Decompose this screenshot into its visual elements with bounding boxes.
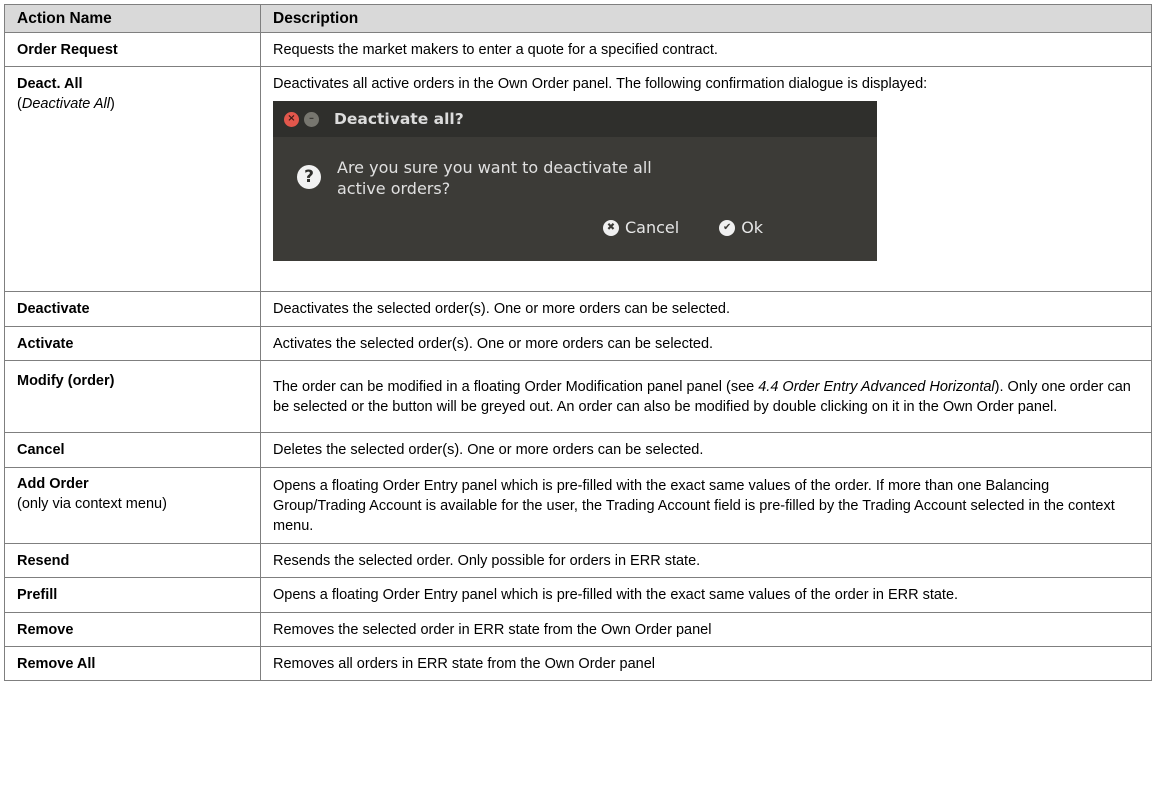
ok-label: Ok (741, 218, 764, 237)
action-name-cell: Deact. All (Deactivate All) (4, 66, 261, 292)
action-name: Remove (4, 612, 261, 647)
action-description: Opens a floating Order Entry panel which… (260, 467, 1152, 544)
table-row: Deact. All (Deactivate All) Deactivates … (4, 66, 1152, 292)
cancel-icon: ✖ (603, 220, 619, 236)
desc-italic-ref: 4.4 Order Entry Advanced Horizontal (758, 378, 995, 395)
close-icon[interactable]: × (284, 111, 299, 127)
desc-part-a: The order can be modified in a floating … (273, 378, 759, 395)
table-row: Prefill Opens a floating Order Entry pan… (4, 577, 1152, 613)
question-icon: ? (297, 165, 321, 189)
table-row: Add Order (only via context menu) Opens … (4, 467, 1152, 544)
dialog-buttons: ✖ Cancel ✔ Ok (603, 218, 803, 238)
action-name: Order Request (4, 32, 261, 67)
minimize-icon[interactable]: – (304, 111, 319, 127)
table-row: Resend Resends the selected order. Only … (4, 543, 1152, 578)
table-header-row: Action Name Description (4, 4, 1152, 33)
action-description: Opens a floating Order Entry panel which… (260, 577, 1152, 613)
action-name: Deactivate (4, 291, 261, 327)
action-description: Resends the selected order. Only possibl… (260, 543, 1152, 578)
action-description: Deletes the selected order(s). One or mo… (260, 432, 1152, 468)
header-description: Description (260, 4, 1152, 33)
action-name: Add Order (17, 476, 89, 492)
action-name: Activate (4, 326, 261, 361)
note-italic: Deactivate All (21, 96, 110, 112)
actions-table: Action Name Description Order Request Re… (4, 4, 1152, 681)
action-description: Removes the selected order in ERR state … (260, 612, 1152, 647)
cancel-label: Cancel (625, 218, 680, 237)
table-row: Remove All Removes all orders in ERR sta… (4, 646, 1152, 681)
action-name: Remove All (4, 646, 261, 681)
action-name-note: (Deactivate All) (17, 94, 248, 114)
action-name-note: (only via context menu) (17, 496, 167, 512)
dialog-body: ? Are you sure you want to deactivate al… (273, 137, 877, 199)
action-description-cell: Deactivates all active orders in the Own… (260, 66, 1152, 292)
dialog-titlebar: × – Deactivate all? (273, 101, 877, 137)
action-name: Cancel (4, 432, 261, 468)
action-description: Activates the selected order(s). One or … (260, 326, 1152, 361)
table-row: Activate Activates the selected order(s)… (4, 326, 1152, 361)
action-name: Resend (4, 543, 261, 578)
note-close: ) (109, 96, 115, 112)
action-description: Requests the market makers to enter a qu… (260, 32, 1152, 67)
action-name: Deact. All (17, 76, 83, 92)
dialog-title: Deactivate all? (334, 110, 464, 128)
action-description: The order can be modified in a floating … (260, 360, 1152, 433)
table-row: Modify (order) The order can be modified… (4, 360, 1152, 433)
action-name: Prefill (4, 577, 261, 613)
action-description: Removes all orders in ERR state from the… (260, 646, 1152, 681)
header-action-name: Action Name (4, 4, 261, 33)
table-row: Remove Removes the selected order in ERR… (4, 612, 1152, 647)
deactivate-all-dialog: × – Deactivate all? ? Are you sure you w… (273, 101, 877, 261)
ok-button[interactable]: ✔ Ok (719, 218, 763, 238)
action-description: Deactivates the selected order(s). One o… (260, 291, 1152, 327)
action-name-cell: Add Order (only via context menu) (4, 467, 261, 544)
action-name: Modify (order) (4, 360, 261, 433)
dialog-message: Are you sure you want to deactivate all … (337, 158, 652, 198)
table-row: Deactivate Deactivates the selected orde… (4, 291, 1152, 327)
action-description: Deactivates all active orders in the Own… (273, 76, 928, 92)
table-row: Order Request Requests the market makers… (4, 32, 1152, 67)
check-icon: ✔ (719, 220, 736, 236)
cancel-button[interactable]: ✖ Cancel (603, 218, 679, 238)
table-row: Cancel Deletes the selected order(s). On… (4, 432, 1152, 468)
